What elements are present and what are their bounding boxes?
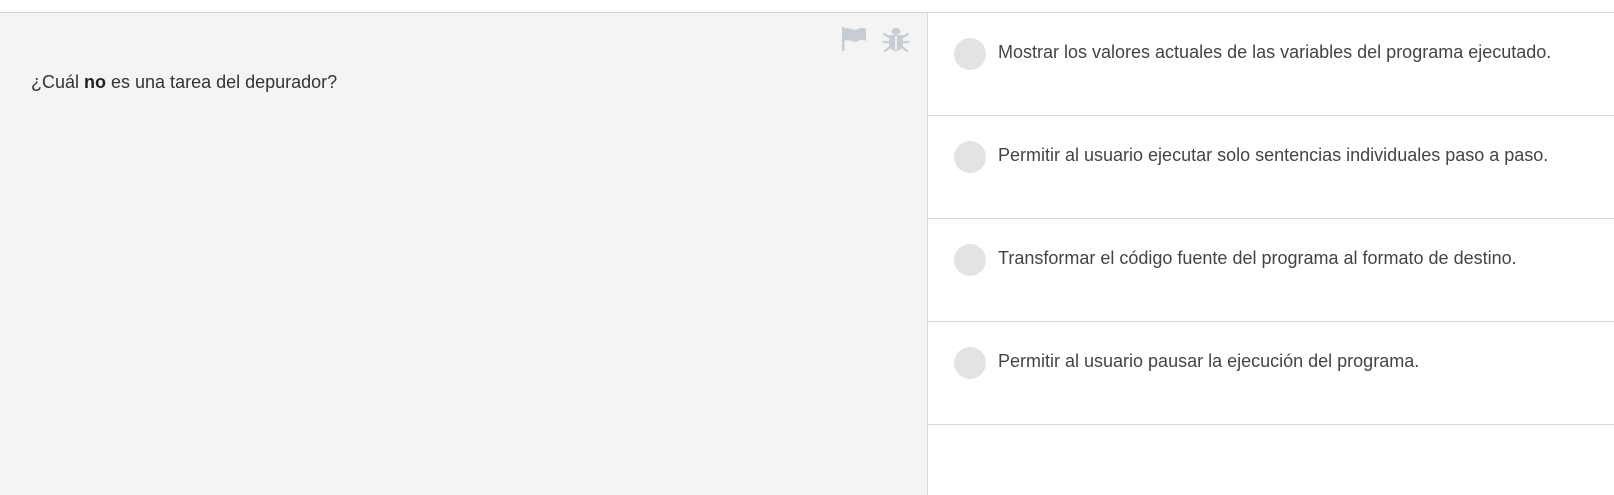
answer-radio-2[interactable]: [954, 141, 986, 173]
answer-label-1: Mostrar los valores actuales de las vari…: [998, 42, 1552, 62]
answer-radio-4[interactable]: [954, 347, 986, 379]
answer-radio-1[interactable]: [954, 38, 986, 70]
question-suffix: es una tarea del depurador?: [106, 72, 338, 92]
question-text: ¿Cuál no es una tarea del depurador?: [31, 72, 337, 93]
quiz-page: ¿Cuál no es una tarea del depurador? Mos…: [0, 0, 1614, 495]
answer-option-4[interactable]: Permitir al usuario pausar la ejecución …: [928, 322, 1614, 425]
question-emphasis: no: [84, 72, 107, 92]
answer-label-2: Permitir al usuario ejecutar solo senten…: [998, 145, 1549, 165]
answer-option-1[interactable]: Mostrar los valores actuales de las vari…: [928, 13, 1614, 116]
answers-list: Mostrar los valores actuales de las vari…: [928, 13, 1614, 495]
answer-option-2[interactable]: Permitir al usuario ejecutar solo senten…: [928, 116, 1614, 219]
question-pane: ¿Cuál no es una tarea del depurador?: [0, 13, 928, 495]
answer-label-4: Permitir al usuario pausar la ejecución …: [998, 351, 1420, 371]
answer-option-3[interactable]: Transformar el código fuente del program…: [928, 219, 1614, 322]
bug-icon[interactable]: [881, 25, 911, 53]
flag-icon[interactable]: [839, 25, 869, 53]
question-prefix: ¿Cuál: [31, 72, 85, 92]
answer-radio-3[interactable]: [954, 244, 986, 276]
answer-label-3: Transformar el código fuente del program…: [998, 248, 1517, 268]
question-tools: [839, 25, 911, 53]
